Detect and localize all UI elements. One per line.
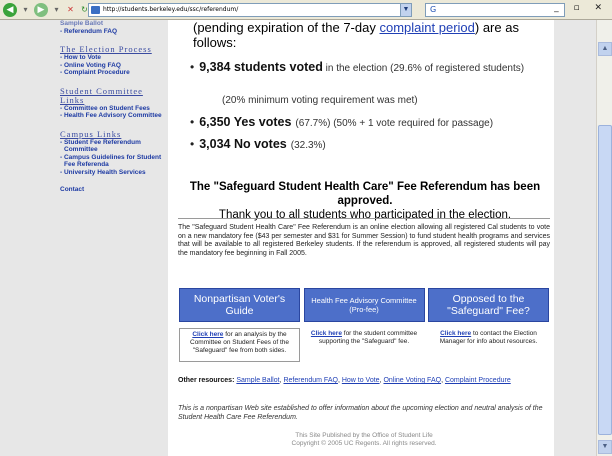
sidebar-item-complaint[interactable]: - Complaint Procedure — [60, 69, 168, 77]
bullet-icon: • — [190, 137, 195, 151]
no-count: 3,034 No votes — [199, 137, 287, 151]
scroll-down-icon[interactable]: ▼ — [598, 440, 612, 454]
sidebar-item-voting-faq[interactable]: - Online Voting FAQ — [60, 62, 168, 70]
footer-publisher: This Site Published by the Office of Stu… — [295, 432, 433, 439]
sidebar-item-health-fee[interactable]: - Health Fee Advisory Committee — [60, 112, 168, 120]
voter-guide-click-link[interactable]: Click here — [192, 331, 223, 338]
back-button[interactable]: ◀ — [3, 2, 17, 17]
sidebar-item-sample-ballot[interactable]: Sample Ballot — [60, 20, 168, 28]
sidebar-item-health-services[interactable]: - University Health Services — [60, 169, 168, 177]
forward-button[interactable]: ▶ — [34, 2, 48, 17]
sidebar-item-contact[interactable]: Contact — [60, 186, 168, 194]
scroll-thumb[interactable] — [598, 125, 612, 435]
search-value: G — [430, 5, 437, 14]
scroll-up-icon[interactable]: ▲ — [598, 42, 612, 56]
right-gutter — [554, 20, 596, 456]
stat-no: • 3,034 No votes (32.3%) — [190, 137, 550, 151]
sidebar-item-how-to-vote[interactable]: - How to Vote — [60, 54, 168, 62]
complaint-period-link[interactable]: complaint period — [379, 20, 474, 35]
referendum-description: The "Safeguard Student Health Care" Fee … — [178, 224, 550, 257]
vertical-scrollbar[interactable]: ▲ ▼ — [596, 20, 612, 456]
health-committee-body: Click here for the student committee sup… — [304, 328, 425, 362]
no-detail: (32.3%) — [290, 140, 326, 151]
resource-boxes: Nonpartisan Voter's Guide Click here for… — [179, 288, 549, 362]
link-online-voting-faq[interactable]: Online Voting FAQ — [383, 377, 441, 384]
link-sample-ballot[interactable]: Sample Ballot — [236, 377, 279, 384]
opposed-click-link[interactable]: Click here — [440, 330, 471, 337]
voted-count: 9,384 students voted — [199, 60, 323, 74]
intro-prefix: (pending expiration of the 7-day — [193, 20, 376, 35]
bullet-icon: • — [190, 115, 195, 129]
back-dropdown-icon[interactable]: ▾ — [20, 4, 31, 15]
sidebar-item-referendum-faq[interactable]: - Referendum FAQ — [60, 28, 168, 36]
sidebar-heading-election: The Election Process — [60, 44, 152, 54]
link-referendum-faq[interactable]: Referendum FAQ — [283, 377, 337, 384]
yes-detail: (67.7%) (50% + 1 vote required for passa… — [295, 118, 494, 129]
sidebar-item-fee-referendum-committee[interactable]: - Student Fee Referendum Committee — [60, 139, 168, 154]
opposed-body: Click here to contact the Election Manag… — [428, 328, 549, 362]
opposed-button[interactable]: Opposed to the "Safeguard" Fee? — [428, 288, 549, 322]
results-intro: (pending expiration of the 7-day complai… — [193, 20, 553, 50]
page-icon — [91, 6, 100, 14]
minimum-requirement-note: (20% minimum voting requirement was met) — [222, 95, 418, 106]
sidebar-item-committee-fees[interactable]: - Committee on Student Fees — [60, 105, 168, 113]
search-input[interactable]: G — [425, 3, 565, 17]
health-committee-click-link[interactable]: Click here — [311, 330, 342, 337]
divider — [178, 218, 550, 219]
address-bar[interactable]: http://students.berkeley.edu/ssc/referen… — [88, 3, 412, 17]
voted-detail: in the election (29.6% of registered stu… — [325, 63, 525, 74]
bullet-icon: • — [190, 60, 195, 74]
box-health-committee: Health Fee Advisory Committee (Pro-fee) … — [303, 288, 425, 362]
stop-icon[interactable]: ✕ — [65, 4, 76, 15]
link-complaint-procedure[interactable]: Complaint Procedure — [445, 377, 511, 384]
nonpartisan-note: This is a nonpartisan Web site establish… — [178, 405, 543, 421]
box-opposed: Opposed to the "Safeguard" Fee? Click he… — [428, 288, 549, 362]
left-sidebar: Sample Ballot - Referendum FAQ The Elect… — [0, 20, 168, 456]
approval-thanks: Thank you to all students who participat… — [218, 209, 512, 221]
sidebar-nav: Sample Ballot - Referendum FAQ The Elect… — [60, 20, 168, 194]
approval-headline: The "Safeguard Student Health Care" Fee … — [189, 181, 541, 207]
other-resources-label: Other resources: — [178, 377, 235, 384]
footer-copyright: Copyright © 2005 UC Regents. All rights … — [291, 440, 437, 447]
voter-guide-button[interactable]: Nonpartisan Voter's Guide — [179, 288, 300, 322]
link-how-to-vote[interactable]: How to Vote — [342, 377, 380, 384]
forward-dropdown-icon[interactable]: ▾ — [51, 4, 62, 15]
address-text: http://students.berkeley.edu/ssc/referen… — [103, 6, 239, 13]
stat-yes: • 6,350 Yes votes (67.7%) (50% + 1 vote … — [190, 115, 550, 129]
yes-count: 6,350 Yes votes — [199, 115, 292, 129]
other-resources: Other resources: Sample Ballot, Referend… — [178, 377, 511, 384]
window-controls[interactable]: _ ▫ ✕ — [554, 3, 608, 13]
approval-message: The "Safeguard Student Health Care" Fee … — [176, 180, 554, 222]
sidebar-heading-campus: Campus Links — [60, 128, 122, 139]
stat-voted: • 9,384 students voted in the election (… — [190, 60, 550, 74]
sidebar-item-campus-guidelines[interactable]: - Campus Guidelines for Student Fee Refe… — [60, 154, 168, 169]
page-footer: This Site Published by the Office of Stu… — [178, 432, 550, 448]
voter-guide-body: Click here for an analysis by the Commit… — [179, 328, 300, 362]
health-committee-button[interactable]: Health Fee Advisory Committee (Pro-fee) — [303, 288, 425, 322]
box-voter-guide: Nonpartisan Voter's Guide Click here for… — [179, 288, 300, 362]
address-dropdown-icon[interactable]: ▼ — [400, 3, 412, 17]
sidebar-heading-committee: Student Committee Links — [60, 85, 143, 105]
